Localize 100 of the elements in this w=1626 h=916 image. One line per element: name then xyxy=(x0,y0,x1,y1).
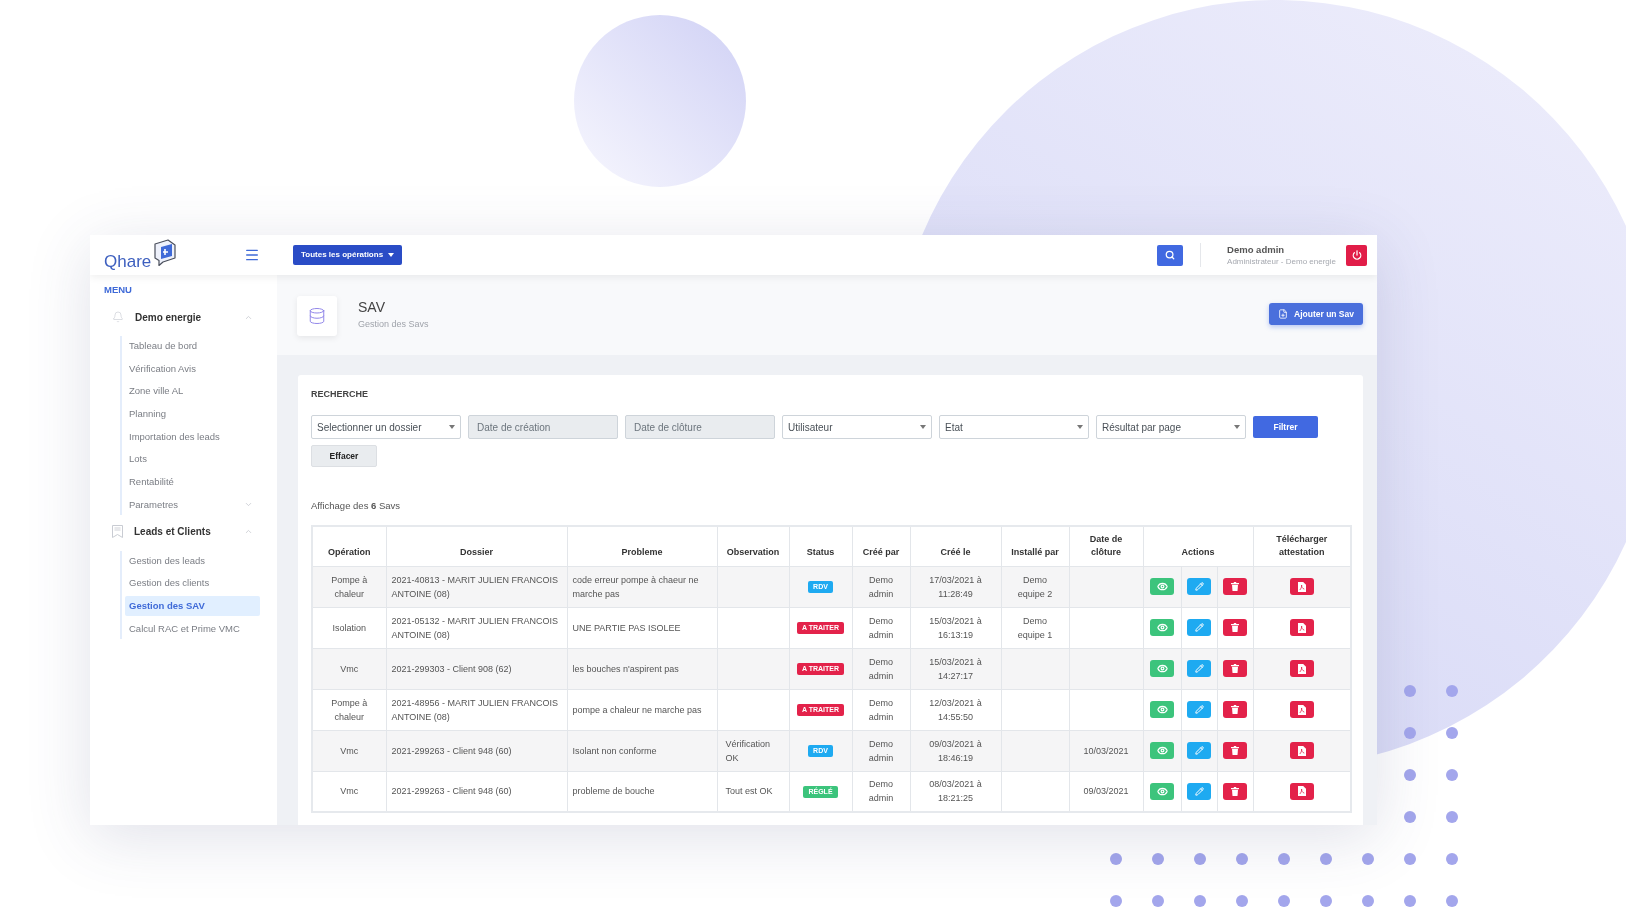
caret-icon xyxy=(920,425,926,429)
table-cell: Pompe à chaleur xyxy=(312,566,386,607)
column-header: Opération xyxy=(312,526,386,566)
table-cell: Demo admin xyxy=(852,566,910,607)
sidebar-item[interactable]: Parametres xyxy=(125,494,260,515)
sidebar-item[interactable]: Gestion des clients xyxy=(125,573,260,594)
section-heading: RECHERCHE xyxy=(311,389,369,400)
results-summary: Affichage des 6 Savs xyxy=(311,500,401,511)
table-cell: 2021-40813 - MARIT JULIEN FRANCOIS ANTOINE (08) xyxy=(386,566,567,607)
add-button[interactable]: Ajouter un Sav xyxy=(1269,303,1363,325)
caret-icon xyxy=(1234,425,1240,429)
table-cell: Demo equipe 1 xyxy=(1001,607,1069,648)
pencil-icon xyxy=(1194,746,1204,755)
pencil-icon xyxy=(1194,623,1204,632)
sidebar-item[interactable]: Gestion des SAV xyxy=(125,596,260,617)
column-header: Créé par xyxy=(852,526,910,566)
page-title: SAV xyxy=(358,299,386,315)
download-button[interactable] xyxy=(1289,742,1314,759)
search-icon xyxy=(1165,250,1176,260)
bell-icon xyxy=(112,311,124,323)
logout-button[interactable] xyxy=(1346,244,1367,266)
pencil-icon xyxy=(1194,705,1204,714)
column-header: Dossier xyxy=(386,526,567,566)
delete-button[interactable] xyxy=(1223,701,1247,718)
logo-icon xyxy=(153,238,178,266)
table-cell: code erreur pompe à chaeur ne marche pas xyxy=(567,566,717,607)
trash-icon xyxy=(1231,786,1239,796)
download-button[interactable] xyxy=(1289,782,1314,800)
delete-button[interactable] xyxy=(1223,742,1247,759)
table-cell: 2021-299263 - Client 948 (60) xyxy=(386,730,567,771)
trash-icon xyxy=(1231,623,1239,632)
pencil-icon xyxy=(1194,664,1204,673)
table-cell: Pompe à chaleur xyxy=(312,689,386,730)
sidebar-item[interactable]: Planning xyxy=(125,404,260,425)
eye-icon xyxy=(1156,704,1168,715)
file-icon xyxy=(1297,622,1306,633)
clear-button[interactable]: Effacer xyxy=(311,445,377,467)
table-cell: Demo admin xyxy=(852,607,910,648)
download-button[interactable] xyxy=(1289,701,1314,718)
sidebar-item[interactable]: Zone ville AL xyxy=(125,381,260,402)
table-cell: 10/03/2021 xyxy=(1069,730,1143,771)
delete-button[interactable] xyxy=(1223,619,1247,636)
download-button[interactable] xyxy=(1289,660,1314,677)
sidebar-item[interactable]: Calcul RAC et Prime VMC xyxy=(125,618,260,639)
operations-dropdown-button[interactable]: Toutes les opérations xyxy=(293,245,403,265)
pencil-icon xyxy=(1194,582,1204,591)
menu-heading: MENU xyxy=(103,285,133,295)
user-name: Demo admin xyxy=(1227,243,1286,256)
table-cell: pompe a chaleur ne marche pas xyxy=(567,689,717,730)
sidebar-item[interactable]: Lots xyxy=(125,449,260,470)
file-icon xyxy=(1297,745,1306,756)
table-cell: Demo admin xyxy=(852,730,910,771)
delete-button[interactable] xyxy=(1223,782,1247,800)
eye-icon xyxy=(1156,581,1168,592)
table-cell: 15/03/2021 à 14:27:17 xyxy=(910,648,1001,689)
table-cell: 12/03/2021 à 14:55:50 xyxy=(910,689,1001,730)
sidebar-item[interactable]: Tableau de bord xyxy=(125,336,260,356)
sidebar-section-title[interactable]: Leads et Clients xyxy=(134,524,211,540)
date-field[interactable]: Date de création xyxy=(468,415,618,439)
column-header: Probleme xyxy=(567,526,717,566)
search-button[interactable] xyxy=(1157,244,1184,266)
menu-icon[interactable] xyxy=(244,247,260,263)
caret-icon xyxy=(388,253,395,257)
table-cell: les bouches n'aspirent pas xyxy=(567,648,717,689)
table-cell: Demo equipe 2 xyxy=(1001,566,1069,607)
sidebar-item[interactable]: Importation des leads xyxy=(125,426,260,447)
download-button[interactable] xyxy=(1289,578,1314,595)
table-cell: 2021-48956 - MARIT JULIEN FRANCOIS ANTOINE (08) xyxy=(386,689,567,730)
logo-text: Qhare xyxy=(104,251,152,272)
sidebar-section-title[interactable]: Demo energie xyxy=(135,309,202,325)
dropdown-field[interactable]: Résultat par page xyxy=(1096,415,1246,439)
caret-icon xyxy=(449,425,455,429)
column-header: Status xyxy=(789,526,852,566)
pencil-icon xyxy=(1194,786,1204,796)
table-cell: Demo admin xyxy=(852,648,910,689)
dropdown-field[interactable]: Utilisateur xyxy=(782,415,932,439)
table-cell: Isolant non conforme xyxy=(567,730,717,771)
table-cell: 15/03/2021 à 16:13:19 xyxy=(910,607,1001,648)
sidebar-item[interactable]: Vérification Avis xyxy=(125,358,260,379)
trash-icon xyxy=(1231,582,1239,591)
file-icon xyxy=(1297,663,1306,674)
sidebar-item[interactable]: Rentabilité xyxy=(125,472,260,493)
dropdown-field[interactable]: Selectionner un dossier xyxy=(311,415,461,439)
table-cell: UNE PARTIE PAS ISOLEE xyxy=(567,607,717,648)
delete-button[interactable] xyxy=(1223,660,1247,677)
dropdown-field[interactable]: Etat xyxy=(939,415,1089,439)
filter-button[interactable]: Filtrer xyxy=(1253,416,1318,438)
user-role: Administrateur - Demo energie xyxy=(1227,255,1336,267)
eye-icon xyxy=(1156,622,1168,633)
trash-icon xyxy=(1231,664,1239,673)
download-button[interactable] xyxy=(1289,619,1314,636)
edit-button[interactable] xyxy=(1187,782,1211,800)
table-cell: Demo admin xyxy=(852,689,910,730)
delete-button[interactable] xyxy=(1223,578,1247,595)
column-header: Date de clôture xyxy=(1069,526,1143,566)
table-cell: Vérification OK xyxy=(717,730,789,771)
sidebar-item[interactable]: Gestion des leads xyxy=(125,550,260,571)
date-field[interactable]: Date de clôture xyxy=(625,415,775,439)
table-cell: 09/03/2021 à 18:46:19 xyxy=(910,730,1001,771)
column-header: Installé par xyxy=(1001,526,1069,566)
